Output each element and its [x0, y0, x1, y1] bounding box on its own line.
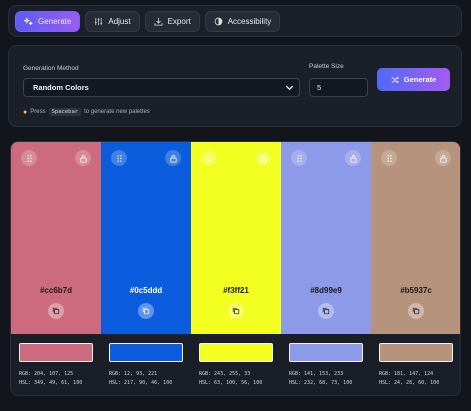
lightbulb-icon: ● [23, 108, 28, 116]
download-icon [154, 17, 163, 26]
generation-method-value: Random Colors [33, 83, 89, 92]
drag-handle-icon[interactable] [291, 150, 307, 166]
copy-icon[interactable] [228, 303, 244, 319]
tab-adjust-label: Adjust [108, 16, 131, 26]
color-values: RGB: 141, 153, 233 HSL: 232, 68, 73, 100 [289, 370, 352, 388]
drag-handle-icon[interactable] [201, 150, 217, 166]
color-swatch-column[interactable]: #0c5ddd [101, 142, 191, 334]
hint-text-pre: Press [30, 109, 46, 115]
rgb-value: RGB: 204, 107, 125 [19, 371, 74, 377]
lock-icon[interactable] [345, 150, 361, 166]
rgb-value: RGB: 141, 153, 233 [289, 371, 344, 377]
spacebar-key: Spacebar [48, 108, 82, 116]
tab-export[interactable]: Export [144, 10, 200, 32]
color-swatch-column[interactable]: #b5937c [371, 142, 460, 334]
color-palette: #cc6b7d RGB: 204, 107, 125 HSL: 349, 49, 6… [10, 141, 461, 396]
rgb-value: RGB: 181, 147, 124 [379, 371, 434, 377]
drag-handle-icon[interactable] [381, 150, 397, 166]
rgb-value: RGB: 12, 93, 221 [109, 371, 158, 377]
color-info-panel: RGB: 181, 147, 124 HSL: 24, 28, 60, 100 [371, 335, 460, 395]
color-preview-swatch [109, 343, 183, 362]
generate-button[interactable]: Generate [377, 68, 450, 91]
spacebar-hint: ● Press Spacebar to generate new palette… [23, 108, 150, 116]
drag-handle-icon[interactable] [111, 150, 127, 166]
color-values: RGB: 204, 107, 125 HSL: 349, 49, 61, 100 [19, 370, 82, 388]
color-hex-label: #8d99e9 [310, 286, 342, 295]
generation-method-label: Generation Method [23, 65, 79, 72]
color-info-panel: RGB: 243, 255, 33 HSL: 63, 100, 56, 100 [191, 335, 281, 395]
lock-icon[interactable] [255, 150, 271, 166]
lock-icon[interactable] [165, 150, 181, 166]
color-hex-label: #b5937c [400, 286, 432, 295]
drag-handle-icon[interactable] [21, 150, 37, 166]
top-tab-bar: Generate Adjust Export Accessibility [8, 5, 462, 37]
rgb-value: RGB: 243, 255, 33 [199, 371, 251, 377]
copy-icon[interactable] [408, 303, 424, 319]
color-values: RGB: 243, 255, 33 HSL: 63, 100, 56, 100 [199, 370, 262, 388]
tab-generate-label: Generate [38, 16, 72, 26]
hsl-value: HSL: 217, 90, 46, 100 [109, 380, 173, 386]
color-info-panel: RGB: 204, 107, 125 HSL: 349, 49, 61, 100 [11, 335, 101, 395]
contrast-icon [214, 17, 223, 25]
shuffle-icon [391, 76, 399, 83]
color-swatch-column[interactable]: #8d99e9 [281, 142, 371, 334]
color-preview-swatch [379, 343, 453, 362]
palette-size-input[interactable]: 5 [309, 78, 368, 97]
tab-export-label: Export [167, 16, 191, 26]
palette-size-label: Palette Size [309, 63, 344, 70]
hsl-value: HSL: 349, 49, 61, 100 [19, 380, 83, 386]
sliders-icon [95, 17, 103, 25]
tab-adjust[interactable]: Adjust [85, 10, 140, 32]
tab-accessibility-label: Accessibility [227, 16, 272, 26]
hint-text-post: to generate new palettes [84, 109, 150, 115]
generator-controls-panel: Generation Method Random Colors Palette … [8, 45, 462, 127]
hsl-value: HSL: 232, 68, 73, 100 [289, 380, 353, 386]
color-swatch-column[interactable]: #f3ff21 [191, 142, 281, 334]
color-values: RGB: 181, 147, 124 HSL: 24, 28, 60, 100 [379, 370, 439, 388]
color-preview-swatch [199, 343, 273, 362]
color-info-panel: RGB: 141, 153, 233 HSL: 232, 68, 73, 100 [281, 335, 371, 395]
tab-generate[interactable]: Generate [15, 10, 81, 32]
color-hex-label: #cc6b7d [39, 286, 73, 295]
color-swatch-column[interactable]: #cc6b7d [11, 142, 101, 334]
copy-icon[interactable] [138, 303, 154, 319]
hsl-value: HSL: 63, 100, 56, 100 [199, 380, 263, 386]
sparkles-icon [24, 17, 33, 25]
chevron-down-icon [285, 85, 294, 91]
generation-method-select[interactable]: Random Colors [23, 78, 300, 97]
copy-icon[interactable] [48, 303, 64, 319]
color-values: RGB: 12, 93, 221 HSL: 217, 90, 46, 100 [109, 370, 172, 388]
color-hex-label: #f3ff21 [223, 286, 249, 295]
palette-size-value: 5 [317, 83, 322, 92]
generate-button-label: Generate [403, 75, 437, 84]
copy-icon[interactable] [318, 303, 334, 319]
lock-icon[interactable] [435, 150, 451, 166]
tab-accessibility[interactable]: Accessibility [204, 10, 281, 32]
hsl-value: HSL: 24, 28, 60, 100 [379, 380, 440, 386]
color-preview-swatch [289, 343, 363, 362]
color-hex-label: #0c5ddd [129, 286, 163, 295]
color-info-panel: RGB: 12, 93, 221 HSL: 217, 90, 46, 100 [101, 335, 191, 395]
color-preview-swatch [19, 343, 93, 362]
lock-icon[interactable] [75, 150, 91, 166]
